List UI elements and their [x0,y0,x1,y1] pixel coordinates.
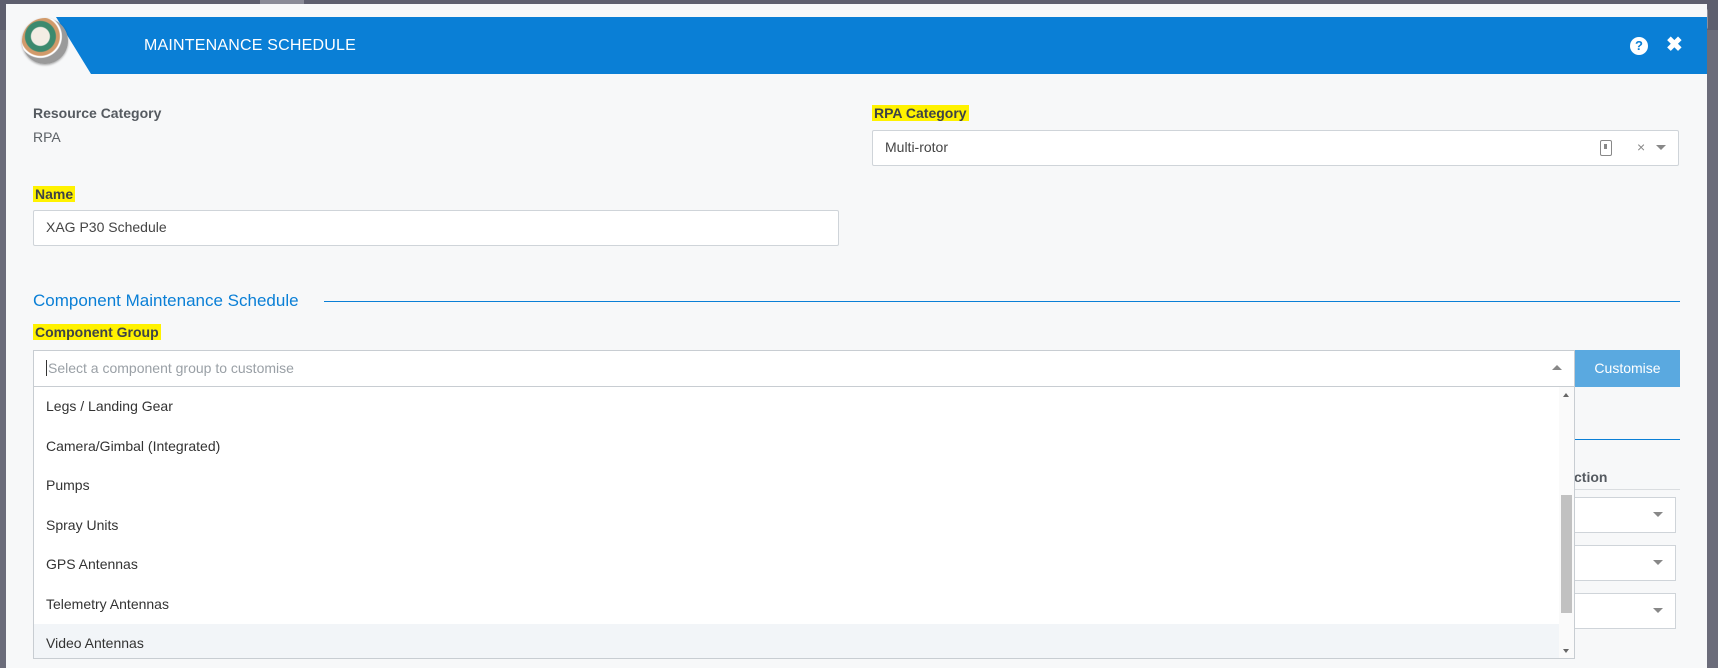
component-group-dropdown[interactable]: Legs / Landing Gear Camera/Gimbal (Integ… [33,387,1575,659]
dropdown-scrollbar[interactable] [1559,387,1574,658]
background-row-select[interactable] [1574,497,1676,533]
rpa-category-value: Multi-rotor [885,139,949,155]
component-group-placeholder: Select a component group to customise [48,360,294,376]
background-column-rule [1574,489,1680,490]
name-field-value: XAG P30 Schedule [46,219,167,235]
chevron-down-icon[interactable] [1656,145,1666,150]
dropdown-option[interactable]: Camera/Gimbal (Integrated) [34,427,1563,467]
name-field[interactable]: XAG P30 Schedule [33,210,839,246]
chevron-down-icon [1653,560,1663,565]
maintenance-schedule-modal: MAINTENANCE SCHEDULE ? ✖ Resource Catego… [6,4,1707,668]
close-icon[interactable]: ✖ [1666,30,1683,60]
name-label: Name [33,186,76,202]
background-row-select[interactable] [1574,545,1676,581]
modal-header: MAINTENANCE SCHEDULE ? ✖ [6,17,1707,74]
resource-category-label: Resource Category [33,105,162,121]
section-title: Component Maintenance Schedule [33,291,299,310]
dropdown-option[interactable]: Spray Units [34,506,1563,546]
section-divider [324,301,1680,302]
scroll-down-arrow-icon[interactable] [1563,649,1569,653]
modal-title: MAINTENANCE SCHEDULE [144,37,357,54]
scrollbar-thumb[interactable] [1561,495,1572,613]
background-section-divider [1574,439,1680,440]
dropdown-option[interactable]: GPS Antennas [34,545,1563,585]
chevron-down-icon [1653,608,1663,613]
resource-category-value: RPA [33,129,61,145]
rpa-category-select[interactable]: Multi-rotor × [872,130,1679,166]
help-icon[interactable]: ? [1630,37,1648,55]
component-group-label-text: Component Group [33,324,161,340]
dropdown-option[interactable]: Telemetry Antennas [34,585,1563,625]
dropdown-option-hovered[interactable]: Video Antennas [34,624,1563,658]
clear-selection-icon[interactable]: × [1637,131,1645,164]
component-group-search-input[interactable]: Select a component group to customise [33,350,1575,387]
dropdown-option[interactable]: Pumps [34,466,1563,506]
customise-button[interactable]: Customise [1575,350,1680,387]
chevron-up-icon[interactable] [1552,365,1562,370]
component-group-label: Component Group [33,324,161,340]
attachment-icon[interactable] [1600,140,1612,156]
rpa-category-label-text: RPA Category [872,105,969,121]
text-cursor [46,360,47,377]
background-column-header: ction [1574,469,1608,485]
scroll-up-arrow-icon[interactable] [1563,393,1569,397]
chevron-down-icon [1653,512,1663,517]
name-label-text: Name [33,186,76,202]
background-row-select[interactable] [1574,593,1676,629]
dropdown-option[interactable]: Legs / Landing Gear [34,387,1563,427]
app-logo [22,18,68,64]
rpa-category-label: RPA Category [872,105,969,121]
